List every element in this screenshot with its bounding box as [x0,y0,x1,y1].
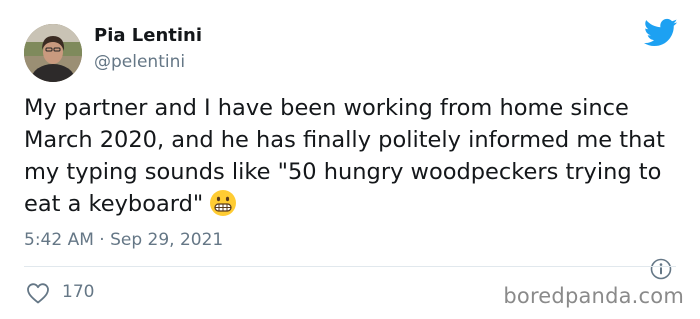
author-name[interactable]: Pia Lentini [94,25,202,46]
info-icon[interactable] [650,258,672,280]
tweet-body: My partner and I have been working from … [24,95,665,217]
tweet-text: My partner and I have been working from … [24,92,684,226]
author-handle[interactable]: @pelentini [94,52,185,72]
divider [24,266,676,267]
watermark: boredpanda.com [503,284,684,308]
heart-icon[interactable] [26,282,50,304]
tweet-timestamp[interactable]: 5:42 AM · Sep 29, 2021 [24,230,223,250]
avatar[interactable] [24,24,82,82]
twitter-bird-icon[interactable] [644,18,678,48]
tweet-card: Pia Lentini @pelentini My partner and I … [0,0,700,319]
like-count[interactable]: 170 [62,282,94,302]
grimacing-face-icon [209,189,237,226]
